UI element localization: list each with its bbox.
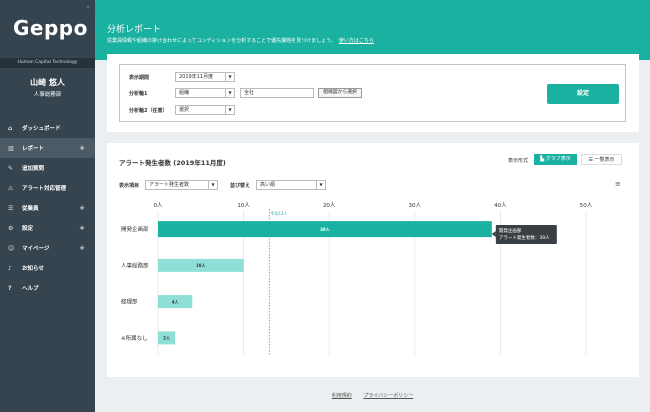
sidebar-nav: ⌂ ダッシュボード ▥ レポート + ✎ 追加質問 ⚠ アラート対応管理 ☰ 従… — [0, 118, 95, 298]
sidebar-item-alert-management[interactable]: ⚠ アラート対応管理 — [0, 178, 95, 198]
axis1-select[interactable]: 組織 ▼ — [175, 88, 235, 98]
x-tick-label: 30人 — [409, 202, 422, 209]
description-text: 従業員情報や組織の掛け合わせによってコンディションを分析することで優先課題を見つ… — [107, 38, 336, 44]
tooltip-box — [495, 225, 557, 244]
period-select[interactable]: 2019年11月度 ▼ — [175, 72, 235, 82]
how-to-use-link[interactable]: 使い方はこちら — [339, 38, 374, 44]
gear-icon: ⚙ — [8, 224, 14, 232]
sidebar-item-settings[interactable]: ⚙ 設定 + — [0, 218, 95, 238]
bell-icon: ♪ — [8, 264, 12, 272]
collapse-icon[interactable]: « — [86, 4, 90, 11]
sidebar-item-label: マイページ — [22, 246, 50, 252]
report-icon: ▥ — [8, 144, 14, 152]
category-label: ※所属なし — [121, 334, 148, 342]
x-tick-label: 50人 — [580, 202, 593, 209]
tooltip-text: アラート発生者数：39人 — [499, 234, 550, 241]
user-icon: ☺ — [8, 244, 15, 252]
user-name: 山崎 悠人 — [30, 78, 65, 87]
sidebar-item-employees[interactable]: ☰ 従業員 + — [0, 198, 95, 218]
chevron-down-icon: ▼ — [225, 73, 234, 81]
expand-plus-icon[interactable]: + — [79, 204, 85, 212]
sidebar-item-news[interactable]: ♪ お知らせ — [0, 258, 95, 278]
period-label: 表示期間 — [129, 75, 150, 81]
data-label: 10人 — [196, 262, 207, 268]
sidebar-item-report[interactable]: ▥ レポート + — [0, 138, 95, 158]
user-profile: 山崎 悠人 人事総務部 — [0, 68, 95, 108]
axis2-select[interactable]: 選択 ▼ — [175, 105, 235, 115]
edit-icon: ✎ — [8, 164, 14, 172]
tooltip-title: 開発企画部 — [499, 227, 522, 234]
organization-input[interactable]: 全社 — [240, 88, 314, 98]
sidebar-item-label: 従業員 — [22, 206, 39, 212]
terms-link[interactable]: 利用規約 — [332, 393, 352, 399]
footer: 利用規約 プライバシーポリシー — [95, 392, 650, 399]
sidebar-item-label: レポート — [22, 146, 45, 152]
apply-settings-button[interactable]: 設定 — [547, 84, 619, 104]
chevron-down-icon: ▼ — [225, 106, 234, 114]
x-tick-label: 0人 — [154, 202, 163, 209]
user-department: 人事総務部 — [33, 92, 62, 98]
sidebar-item-label: 設定 — [22, 226, 34, 232]
tooltip-pointer — [491, 231, 496, 237]
category-label: 開発企画部 — [121, 225, 149, 233]
privacy-link[interactable]: プライバシーポリシー — [363, 393, 413, 399]
select-from-org-chart-button[interactable]: 組織図から選択 — [318, 88, 362, 98]
expand-plus-icon[interactable]: + — [79, 224, 85, 232]
sidebar-item-dashboard[interactable]: ⌂ ダッシュボード — [0, 118, 95, 138]
employees-icon: ☰ — [8, 204, 14, 212]
chart-card: アラート発生者数 (2019年11月度) 表示形式 ▙ グラフ表示 ☰ 一覧表示… — [107, 143, 639, 377]
x-tick-label: 10人 — [237, 202, 250, 209]
logo-area: Geppo « — [0, 0, 95, 58]
sidebar-item-label: アラート対応管理 — [22, 186, 67, 192]
sidebar-item-help[interactable]: ? ヘルプ — [0, 278, 95, 298]
sidebar: Geppo « Human Capital Technology 山崎 悠人 人… — [0, 0, 95, 412]
category-label: 人事総務部 — [121, 261, 149, 269]
period-select-value: 2019年11月度 — [179, 74, 214, 80]
axis1-select-value: 組織 — [179, 90, 190, 96]
page-header: 分析レポート 従業員情報や組織の掛け合わせによってコンディションを分析することで… — [95, 0, 650, 60]
home-icon: ⌂ — [8, 124, 13, 132]
sidebar-item-label: 追加質問 — [22, 166, 45, 172]
data-label: 2人 — [163, 335, 171, 341]
expand-plus-icon[interactable]: + — [79, 144, 85, 152]
tagline: Human Capital Technology — [0, 58, 95, 68]
x-tick-label: 40人 — [494, 202, 507, 209]
expand-plus-icon[interactable]: + — [79, 244, 85, 252]
sidebar-item-mypage[interactable]: ☺ マイページ + — [0, 238, 95, 258]
page-description: 従業員情報や組織の掛け合わせによってコンディションを分析することで優先課題を見つ… — [107, 37, 374, 44]
filter-box: 表示期間 2019年11月度 ▼ 分析軸1 組織 ▼ 全社 組織図から選択 分析… — [119, 64, 626, 122]
data-label: 4人 — [172, 298, 180, 304]
help-icon: ? — [8, 284, 12, 292]
axis2-select-value: 選択 — [179, 107, 190, 113]
page-title: 分析レポート — [107, 25, 162, 35]
sidebar-item-label: ヘルプ — [22, 286, 39, 292]
sidebar-item-label: ダッシュボード — [22, 126, 61, 132]
axis2-label: 分析軸2（任意） — [129, 108, 168, 114]
bar-chart: 0人 10人 20人 30人 40人 50人開発企画部 39人人事総務部 10人経理部 4人 ※所… — [121, 202, 593, 356]
filter-card: 表示期間 2019年11月度 ▼ 分析軸1 組織 ▼ 全社 組織図から選択 分析… — [107, 54, 639, 132]
geppo-logo[interactable]: Geppo — [13, 16, 88, 40]
x-tick-label: 20人 — [323, 202, 336, 209]
sidebar-item-additional-questions[interactable]: ✎ 追加質問 — [0, 158, 95, 178]
average-line-label: 平均13人 — [270, 210, 287, 216]
data-label: 39人 — [320, 226, 331, 232]
sidebar-item-label: お知らせ — [22, 266, 44, 272]
axis1-label: 分析軸1 — [129, 91, 148, 97]
category-label: 経理部 — [121, 298, 138, 306]
chevron-down-icon: ▼ — [225, 89, 234, 97]
alert-icon: ⚠ — [8, 184, 14, 192]
